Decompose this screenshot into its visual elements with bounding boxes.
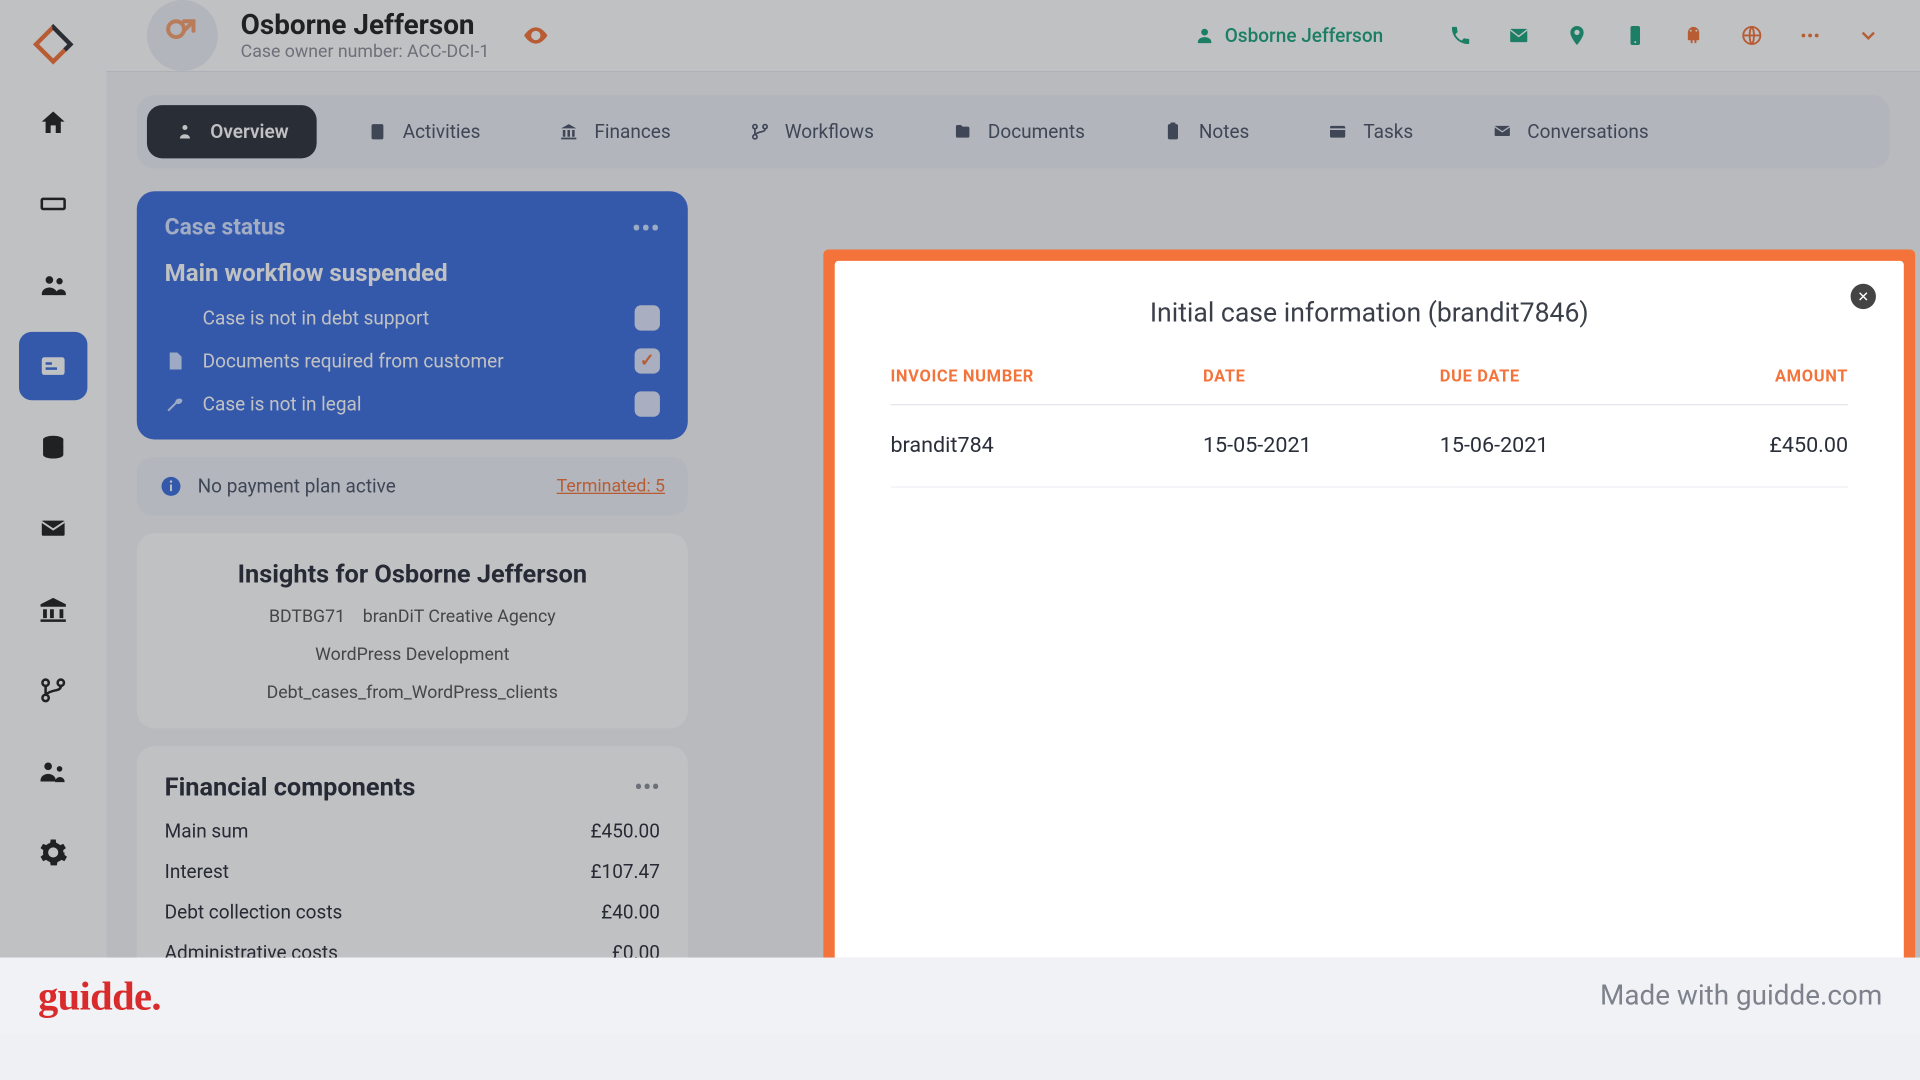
asterisk-icon xyxy=(165,308,185,328)
status-subtitle: Main workflow suspended xyxy=(165,258,660,287)
tab-workflows[interactable]: Workflows xyxy=(721,105,901,158)
sidebar xyxy=(0,0,106,958)
guidde-logo: guidde. xyxy=(38,972,161,1019)
globe-icon[interactable] xyxy=(1740,24,1763,47)
more-icon[interactable] xyxy=(1799,24,1822,47)
tab-workflows-label: Workflows xyxy=(785,120,874,143)
tab-finances[interactable]: Finances xyxy=(531,105,698,158)
nav-bank[interactable] xyxy=(19,575,87,643)
cell-amount: £450.00 xyxy=(1677,405,1848,487)
nav-database[interactable] xyxy=(19,413,87,481)
financial-more-icon[interactable]: ••• xyxy=(634,771,660,801)
fin-label: Interest xyxy=(165,860,229,883)
made-with-text: Made with guidde.com xyxy=(1600,980,1882,1012)
insights-title: Insights for Osborne Jefferson xyxy=(165,559,660,589)
watch-icon[interactable] xyxy=(522,22,550,50)
signed-in-user-name: Osborne Jefferson xyxy=(1225,24,1383,47)
nav-case[interactable] xyxy=(19,332,87,400)
android-icon[interactable] xyxy=(1682,24,1705,47)
status-checkbox-3[interactable] xyxy=(635,391,660,416)
nav-mail[interactable] xyxy=(19,494,87,562)
status-more-icon[interactable]: ••• xyxy=(632,214,660,246)
top-action-icons xyxy=(1449,24,1880,47)
tab-documents-label: Documents xyxy=(988,120,1085,143)
status-row-2: Documents required from customer xyxy=(203,350,504,373)
tab-notes[interactable]: Notes xyxy=(1136,105,1278,158)
nav-home[interactable] xyxy=(19,89,87,157)
signed-in-user[interactable]: Osborne Jefferson xyxy=(1194,24,1383,47)
insight-tag[interactable]: Debt_cases_from_WordPress_clients xyxy=(267,683,558,703)
insight-tag[interactable]: branDiT Creative Agency xyxy=(363,607,556,627)
owner-avatar[interactable] xyxy=(147,0,218,71)
financial-title: Financial components xyxy=(165,771,416,801)
fin-value: £450.00 xyxy=(590,820,659,843)
col-date: DATE xyxy=(1203,367,1440,404)
tab-activities-label: Activities xyxy=(403,120,481,143)
fin-value: £107.47 xyxy=(590,860,659,883)
app-logo xyxy=(32,23,75,66)
tab-conversations-label: Conversations xyxy=(1527,120,1648,143)
insight-tag[interactable]: BDTBG71 xyxy=(269,607,345,627)
mobile-icon[interactable] xyxy=(1624,24,1647,47)
topbar: Osborne Jefferson Case owner number: ACC… xyxy=(106,0,1920,72)
wrench-icon xyxy=(165,394,185,414)
phone-icon[interactable] xyxy=(1449,24,1472,47)
payment-plan-text: No payment plan active xyxy=(198,475,396,498)
tab-overview[interactable]: Overview xyxy=(147,105,317,158)
nav-branch[interactable] xyxy=(19,656,87,724)
nav-tickets[interactable] xyxy=(19,170,87,238)
payment-plan-bar: No payment plan active Terminated: 5 xyxy=(137,457,688,515)
case-tabs: Overview Activities Finances Workflows xyxy=(137,95,1890,168)
case-status-card: Case status ••• Main workflow suspended … xyxy=(137,191,688,439)
email-icon[interactable] xyxy=(1507,24,1530,47)
fin-label: Main sum xyxy=(165,820,249,843)
guidde-footer: guidde. Made with guidde.com xyxy=(0,958,1920,1034)
tab-tasks[interactable]: Tasks xyxy=(1300,105,1441,158)
status-row-3: Case is not in legal xyxy=(203,393,362,416)
fin-label: Debt collection costs xyxy=(165,901,343,924)
nav-team[interactable] xyxy=(19,737,87,805)
chevron-down-icon[interactable] xyxy=(1857,24,1880,47)
info-icon xyxy=(160,475,183,498)
status-title: Case status xyxy=(165,214,286,241)
insights-card: Insights for Osborne Jefferson BDTBG71 b… xyxy=(137,533,688,728)
col-invoice: INVOICE NUMBER xyxy=(890,367,1202,404)
insight-tag[interactable]: WordPress Development xyxy=(315,645,509,665)
nav-people[interactable] xyxy=(19,251,87,319)
modal-title: Initial case information (brandit7846) xyxy=(890,299,1848,329)
nav-settings[interactable] xyxy=(19,818,87,886)
tab-activities[interactable]: Activities xyxy=(339,105,508,158)
tab-conversations[interactable]: Conversations xyxy=(1464,105,1677,158)
tab-overview-label: Overview xyxy=(210,120,288,143)
tab-tasks-label: Tasks xyxy=(1363,120,1413,143)
invoice-table: INVOICE NUMBER DATE DUE DATE AMOUNT bran… xyxy=(890,367,1848,487)
owner-name: Osborne Jefferson xyxy=(241,10,490,42)
terminated-link[interactable]: Terminated: 5 xyxy=(557,476,665,496)
highlight-frame: ✕ Initial case information (brandit7846)… xyxy=(823,250,1915,958)
initial-case-modal: ✕ Initial case information (brandit7846)… xyxy=(835,261,1904,958)
tab-finances-label: Finances xyxy=(594,120,670,143)
file-icon xyxy=(165,351,185,371)
cell-due: 15-06-2021 xyxy=(1440,405,1677,487)
status-row-1: Case is not in debt support xyxy=(203,307,429,330)
col-due: DUE DATE xyxy=(1440,367,1677,404)
table-row[interactable]: brandit784 15-05-2021 15-06-2021 £450.00 xyxy=(890,405,1848,487)
location-icon[interactable] xyxy=(1566,24,1589,47)
cell-date: 15-05-2021 xyxy=(1203,405,1440,487)
cell-invoice: brandit784 xyxy=(890,405,1202,487)
close-icon[interactable]: ✕ xyxy=(1851,284,1876,309)
fin-value: £40.00 xyxy=(601,901,660,924)
col-amount: AMOUNT xyxy=(1677,367,1848,404)
status-checkbox-2[interactable]: ✓ xyxy=(635,348,660,373)
tab-notes-label: Notes xyxy=(1199,120,1249,143)
status-checkbox-1[interactable] xyxy=(635,305,660,330)
tab-documents[interactable]: Documents xyxy=(925,105,1113,158)
owner-subtitle: Case owner number: ACC-DCI-1 xyxy=(241,41,490,61)
